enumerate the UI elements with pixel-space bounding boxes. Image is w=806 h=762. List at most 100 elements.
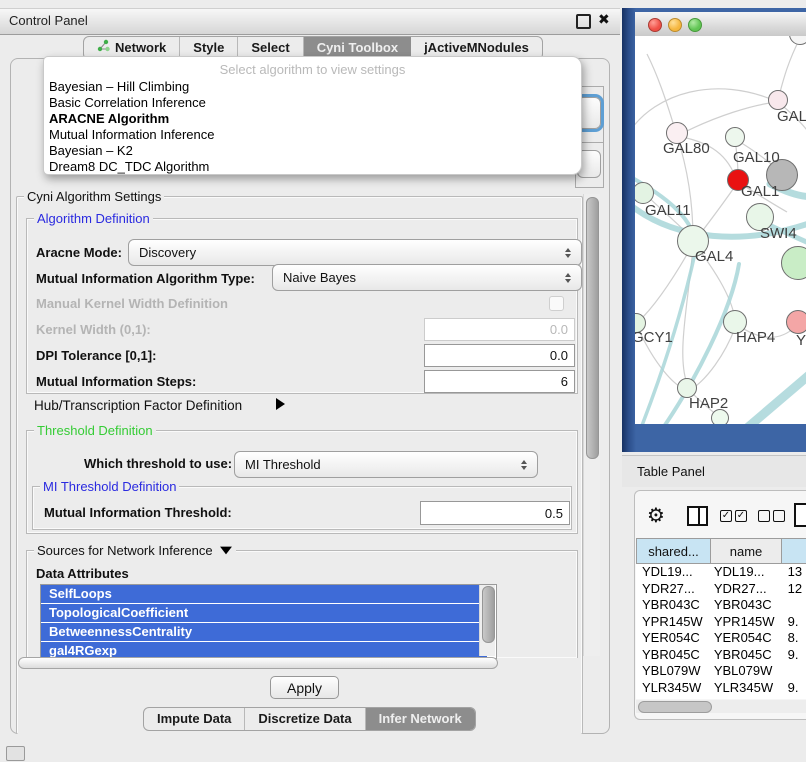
manual-kernel-label: Manual Kernel Width Definition bbox=[36, 296, 228, 311]
attribute-list-item[interactable]: BetweennessCentrality bbox=[41, 623, 487, 642]
dropdown-hint: Select algorithm to view settings bbox=[44, 62, 581, 77]
table-row[interactable]: YBR043C YBR043C bbox=[636, 597, 806, 614]
settings-vertical-scrollbar[interactable] bbox=[583, 194, 600, 656]
table-row[interactable]: YDL19... YDL19... 13 bbox=[636, 564, 806, 581]
which-threshold-combobox[interactable]: MI Threshold bbox=[234, 451, 538, 478]
attribute-list-scrollbar[interactable] bbox=[479, 585, 495, 656]
table-header-row: shared... name bbox=[636, 538, 806, 564]
table-row[interactable]: YBR045C YBR045C 9. bbox=[636, 647, 806, 664]
dropdown-item[interactable]: Basic Correlation Inference bbox=[48, 95, 577, 111]
gear-icon[interactable]: ⚙ bbox=[647, 503, 665, 528]
node-label: GAL11 bbox=[645, 202, 691, 219]
dpi-tolerance-field[interactable]: 0.0 bbox=[424, 344, 575, 367]
minimize-traffic-light[interactable] bbox=[668, 18, 682, 32]
attribute-list-item[interactable]: TopologicalCoefficient bbox=[41, 604, 487, 623]
bottom-tab[interactable]: Discretize Data bbox=[245, 708, 365, 730]
table-row[interactable]: YIL052C YIL052C 9 bbox=[636, 696, 806, 699]
mi-threshold-field[interactable]: 0.5 bbox=[420, 501, 570, 525]
kernel-width-field: 0.0 bbox=[424, 318, 575, 341]
spinner-arrows-icon bbox=[565, 273, 572, 283]
node-label: GAL1 bbox=[741, 183, 779, 200]
document-icon[interactable] bbox=[794, 503, 806, 527]
node-label: GCY1 bbox=[635, 329, 673, 346]
aracne-mode-label: Aracne Mode: bbox=[36, 245, 122, 260]
network-window-titlebar bbox=[635, 12, 806, 37]
bottom-tab[interactable]: Impute Data bbox=[144, 708, 245, 730]
table-panel-header: Table Panel bbox=[622, 455, 806, 487]
table-scroll-thumb[interactable] bbox=[638, 701, 712, 713]
which-threshold-label: Which threshold to use: bbox=[84, 456, 232, 471]
dropdown-item[interactable]: Bayesian – K2 bbox=[48, 143, 577, 159]
network-node[interactable] bbox=[768, 90, 788, 110]
network-node[interactable] bbox=[725, 127, 745, 147]
attribute-list-item[interactable]: SelfLoops bbox=[41, 585, 487, 604]
settings-horizontal-scroll-thumb[interactable] bbox=[18, 657, 498, 669]
table-horizontal-scrollbar[interactable] bbox=[636, 700, 806, 713]
network-view-window: GALGAL80GAL10GAL1GAL11SWI4GAL4GCY1HAP4YH… bbox=[622, 8, 806, 452]
threshold-definition-title: Threshold Definition bbox=[34, 423, 156, 438]
checked-checkbox-icon[interactable]: ✓ bbox=[720, 510, 732, 522]
split-columns-icon[interactable] bbox=[687, 506, 708, 526]
sources-group-title: Sources for Network Inference bbox=[34, 543, 236, 558]
apply-button[interactable]: Apply bbox=[270, 676, 339, 699]
mi-steps-label: Mutual Information Steps: bbox=[36, 374, 196, 389]
dropdown-item[interactable]: Dream8 DC_TDC Algorithm bbox=[48, 159, 577, 175]
column-header-partial[interactable] bbox=[782, 538, 806, 564]
network-canvas[interactable]: GALGAL80GAL10GAL1GAL11SWI4GAL4GCY1HAP4YH… bbox=[635, 36, 806, 424]
hub-definition-label: Hub/Transcription Factor Definition bbox=[34, 398, 242, 413]
table-panel-body: ⚙ ✓ ✓ shared... name YDL19... YDL19... bbox=[634, 490, 806, 720]
bottom-tab[interactable]: Infer Network bbox=[366, 708, 475, 730]
algorithm-dropdown-popup: Select algorithm to view settings Bayesi… bbox=[43, 56, 582, 175]
zoom-traffic-light[interactable] bbox=[688, 18, 702, 32]
settings-group-title: Cyni Algorithm Settings bbox=[24, 189, 164, 204]
close-icon[interactable]: ✖ bbox=[598, 11, 610, 28]
minimized-panel-icon[interactable] bbox=[6, 746, 25, 761]
checked-checkbox-icon[interactable]: ✓ bbox=[735, 510, 747, 522]
data-attributes-label: Data Attributes bbox=[36, 566, 129, 581]
mi-steps-field[interactable]: 6 bbox=[424, 370, 575, 393]
column-header-name[interactable]: name bbox=[711, 538, 782, 564]
node-label: HAP2 bbox=[689, 395, 728, 412]
close-traffic-light[interactable] bbox=[648, 18, 662, 32]
data-attributes-list: SelfLoopsTopologicalCoefficientBetweenne… bbox=[40, 584, 497, 659]
settings-scroll-thumb[interactable] bbox=[586, 197, 599, 459]
expand-arrow-icon[interactable] bbox=[276, 398, 285, 410]
table-row[interactable]: YPR145W YPR145W 9. bbox=[636, 614, 806, 631]
network-node[interactable] bbox=[786, 310, 806, 334]
column-header-shared[interactable]: shared... bbox=[636, 538, 711, 564]
spinner-arrows-icon bbox=[565, 248, 572, 258]
node-label: Y bbox=[796, 332, 806, 349]
unchecked-checkbox-icon[interactable] bbox=[773, 510, 785, 522]
table-rows: YDL19... YDL19... 13 YDR27... YDR27... 1… bbox=[636, 564, 806, 699]
mi-threshold-label: Mutual Information Threshold: bbox=[44, 505, 232, 520]
unchecked-checkbox-icon[interactable] bbox=[758, 510, 770, 522]
attribute-list-scroll-thumb[interactable] bbox=[482, 586, 495, 643]
node-label: GAL80 bbox=[663, 140, 710, 157]
algorithm-definition-title: Algorithm Definition bbox=[34, 211, 153, 226]
mi-threshold-group-title: MI Threshold Definition bbox=[40, 479, 179, 494]
dropdown-item[interactable]: ARACNE Algorithm bbox=[48, 111, 577, 127]
node-label: GAL10 bbox=[733, 149, 780, 166]
manual-kernel-checkbox bbox=[549, 296, 564, 311]
table-row[interactable]: YBL079W YBL079W bbox=[636, 663, 806, 680]
table-row[interactable]: YER054C YER054C 8. bbox=[636, 630, 806, 647]
dpi-tolerance-label: DPI Tolerance [0,1]: bbox=[36, 348, 156, 363]
node-label: HAP4 bbox=[736, 329, 775, 346]
spinner-arrows-icon bbox=[521, 460, 528, 470]
dropdown-item[interactable]: Mutual Information Inference bbox=[48, 127, 577, 143]
control-panel-titlebar: Control Panel ✖ bbox=[0, 8, 620, 35]
node-label: GAL bbox=[777, 108, 806, 125]
table-panel-title: Table Panel bbox=[637, 464, 705, 479]
screen: Control Panel ✖ Network Style Select Cyn… bbox=[0, 0, 806, 762]
panel-title: Control Panel bbox=[9, 13, 88, 28]
mi-type-combobox[interactable]: Naive Bayes bbox=[272, 264, 582, 291]
float-icon[interactable] bbox=[576, 14, 591, 29]
mi-type-label: Mutual Information Algorithm Type: bbox=[36, 271, 255, 286]
kernel-width-label: Kernel Width (0,1): bbox=[36, 322, 151, 337]
dropdown-item[interactable]: Bayesian – Hill Climbing bbox=[48, 79, 577, 95]
aracne-mode-combobox[interactable]: Discovery bbox=[128, 239, 582, 266]
collapse-arrow-icon[interactable] bbox=[220, 547, 232, 555]
table-row[interactable]: YDR27... YDR27... 12 bbox=[636, 581, 806, 598]
table-row[interactable]: YLR345W YLR345W 9. bbox=[636, 680, 806, 697]
bottom-tabs: Impute Data Discretize Data Infer Networ… bbox=[143, 707, 476, 731]
